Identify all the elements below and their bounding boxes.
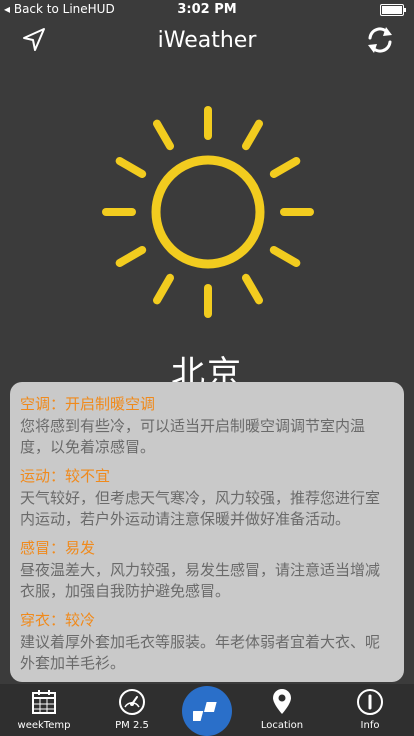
index-body: 建议着厚外套加毛衣等服装。年老体弱者宜着大衣、呢外套加羊毛衫。: [20, 633, 381, 672]
sun-icon: [88, 92, 328, 332]
tab-label: PM 2.5: [115, 720, 149, 731]
app-title: iWeather: [157, 28, 257, 53]
sun-ray: [153, 119, 174, 151]
sun-ray: [115, 246, 147, 267]
index-body: 昼夜温差大，风力较强，易发生感冒，请注意适当增减衣服，加强自我防护避免感冒。: [20, 561, 381, 600]
sun-ray: [269, 157, 301, 178]
tab-label: weekTemp: [17, 720, 71, 731]
status-bar: ◂ Back to LineHUD 3:02 PM: [0, 0, 414, 20]
tab-location[interactable]: Location: [242, 684, 322, 736]
sun-ray: [153, 273, 174, 305]
tab-weektemp[interactable]: weekTemp: [4, 684, 84, 736]
map-pin-icon: [273, 689, 291, 714]
index-item-dressing: 穿衣：较冷 建议着厚外套加毛衣等服装。年老体弱者宜着大衣、呢外套加羊毛衫。: [20, 610, 394, 674]
index-item-ac: 空调：开启制暖空调 您将感到有些冷，可以适当开启制暖空调调节室内温度，以免着凉感…: [20, 394, 394, 458]
tab-info[interactable]: Info: [330, 684, 410, 736]
sun-ray: [242, 273, 263, 305]
index-title: 空调：开启制暖空调: [20, 395, 156, 413]
index-item-sport: 运动：较不宜 天气较好，但考虑天气寒冷，风力较强，推荐您进行室内运动，若户外运动…: [20, 466, 394, 530]
calendar-icon: [32, 690, 56, 714]
index-title: 运动：较不宜: [20, 467, 111, 485]
sun-ray: [115, 157, 147, 178]
tab-label: Location: [260, 720, 304, 731]
app-logo-button[interactable]: [182, 686, 232, 736]
index-title: 穿衣：较冷: [20, 611, 96, 629]
tab-label: Info: [360, 720, 380, 731]
status-time: 3:02 PM: [177, 2, 237, 17]
battery-icon: [380, 4, 406, 16]
index-body: 天气较好，但考虑天气寒冷，风力较强，推荐您进行室内运动，若户外运动请注意保暖并做…: [20, 489, 381, 528]
sun-ray: [242, 119, 263, 151]
sun-ray: [269, 246, 301, 267]
index-body: 您将感到有些冷，可以适当开启制暖空调调节室内温度，以免着凉感冒。: [20, 417, 366, 456]
app-logo-icon: [193, 702, 217, 721]
info-icon: [357, 689, 383, 715]
gauge-icon: [119, 689, 145, 715]
life-index-panel: 空调：开启制暖空调 您将感到有些冷，可以适当开启制暖空调调节室内温度，以免着凉感…: [10, 382, 404, 682]
index-item-cold: 感冒：易发 昼夜温差大，风力较强，易发生感冒，请注意适当增减衣服，加强自我防护避…: [20, 538, 394, 602]
index-title: 感冒：易发: [20, 539, 96, 557]
nav-bar: iWeather: [0, 20, 414, 64]
refresh-icon[interactable]: [364, 24, 396, 56]
tab-pm25[interactable]: PM 2.5: [92, 684, 172, 736]
